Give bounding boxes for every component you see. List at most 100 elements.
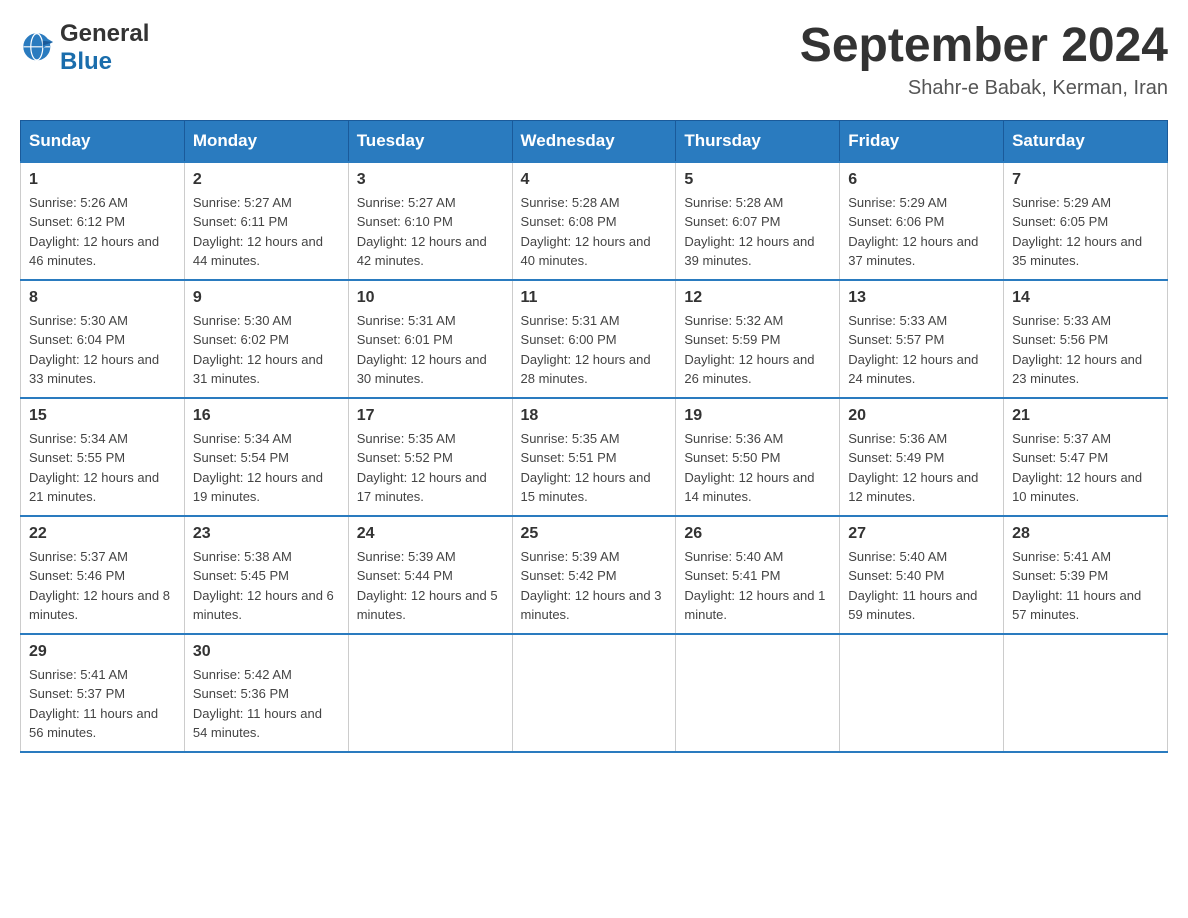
calendar-table: SundayMondayTuesdayWednesdayThursdayFrid… bbox=[20, 120, 1168, 753]
day-info: Sunrise: 5:35 AM Sunset: 5:51 PM Dayligh… bbox=[521, 429, 668, 507]
weekday-header-row: SundayMondayTuesdayWednesdayThursdayFrid… bbox=[21, 120, 1168, 162]
page-header: General Blue September 2024 Shahr-e Baba… bbox=[20, 20, 1168, 100]
day-number: 24 bbox=[357, 525, 504, 543]
day-info: Sunrise: 5:30 AM Sunset: 6:02 PM Dayligh… bbox=[193, 311, 340, 389]
day-number: 29 bbox=[29, 643, 176, 661]
logo-line1: General bbox=[60, 20, 149, 48]
calendar-title: September 2024 bbox=[800, 20, 1168, 73]
weekday-header-wednesday: Wednesday bbox=[512, 120, 676, 162]
calendar-cell bbox=[1004, 634, 1168, 752]
weekday-header-monday: Monday bbox=[184, 120, 348, 162]
day-number: 3 bbox=[357, 171, 504, 189]
calendar-cell: 15 Sunrise: 5:34 AM Sunset: 5:55 PM Dayl… bbox=[21, 398, 185, 516]
day-number: 17 bbox=[357, 407, 504, 425]
calendar-cell: 23 Sunrise: 5:38 AM Sunset: 5:45 PM Dayl… bbox=[184, 516, 348, 634]
weekday-header-saturday: Saturday bbox=[1004, 120, 1168, 162]
calendar-week-row: 22 Sunrise: 5:37 AM Sunset: 5:46 PM Dayl… bbox=[21, 516, 1168, 634]
day-info: Sunrise: 5:32 AM Sunset: 5:59 PM Dayligh… bbox=[684, 311, 831, 389]
day-number: 22 bbox=[29, 525, 176, 543]
day-info: Sunrise: 5:35 AM Sunset: 5:52 PM Dayligh… bbox=[357, 429, 504, 507]
calendar-week-row: 29 Sunrise: 5:41 AM Sunset: 5:37 PM Dayl… bbox=[21, 634, 1168, 752]
calendar-cell: 26 Sunrise: 5:40 AM Sunset: 5:41 PM Dayl… bbox=[676, 516, 840, 634]
calendar-cell: 12 Sunrise: 5:32 AM Sunset: 5:59 PM Dayl… bbox=[676, 280, 840, 398]
calendar-cell: 21 Sunrise: 5:37 AM Sunset: 5:47 PM Dayl… bbox=[1004, 398, 1168, 516]
day-number: 7 bbox=[1012, 171, 1159, 189]
calendar-cell: 9 Sunrise: 5:30 AM Sunset: 6:02 PM Dayli… bbox=[184, 280, 348, 398]
day-number: 6 bbox=[848, 171, 995, 189]
calendar-cell: 5 Sunrise: 5:28 AM Sunset: 6:07 PM Dayli… bbox=[676, 162, 840, 280]
day-number: 23 bbox=[193, 525, 340, 543]
day-info: Sunrise: 5:29 AM Sunset: 6:06 PM Dayligh… bbox=[848, 193, 995, 271]
day-number: 5 bbox=[684, 171, 831, 189]
calendar-week-row: 8 Sunrise: 5:30 AM Sunset: 6:04 PM Dayli… bbox=[21, 280, 1168, 398]
day-number: 1 bbox=[29, 171, 176, 189]
logo-icon bbox=[20, 30, 56, 66]
calendar-cell: 27 Sunrise: 5:40 AM Sunset: 5:40 PM Dayl… bbox=[840, 516, 1004, 634]
weekday-header-friday: Friday bbox=[840, 120, 1004, 162]
day-info: Sunrise: 5:39 AM Sunset: 5:42 PM Dayligh… bbox=[521, 547, 668, 625]
calendar-cell: 19 Sunrise: 5:36 AM Sunset: 5:50 PM Dayl… bbox=[676, 398, 840, 516]
calendar-week-row: 1 Sunrise: 5:26 AM Sunset: 6:12 PM Dayli… bbox=[21, 162, 1168, 280]
day-info: Sunrise: 5:36 AM Sunset: 5:50 PM Dayligh… bbox=[684, 429, 831, 507]
calendar-cell: 3 Sunrise: 5:27 AM Sunset: 6:10 PM Dayli… bbox=[348, 162, 512, 280]
day-number: 4 bbox=[521, 171, 668, 189]
day-info: Sunrise: 5:29 AM Sunset: 6:05 PM Dayligh… bbox=[1012, 193, 1159, 271]
calendar-cell: 22 Sunrise: 5:37 AM Sunset: 5:46 PM Dayl… bbox=[21, 516, 185, 634]
day-info: Sunrise: 5:37 AM Sunset: 5:47 PM Dayligh… bbox=[1012, 429, 1159, 507]
calendar-cell: 11 Sunrise: 5:31 AM Sunset: 6:00 PM Dayl… bbox=[512, 280, 676, 398]
calendar-cell: 14 Sunrise: 5:33 AM Sunset: 5:56 PM Dayl… bbox=[1004, 280, 1168, 398]
day-number: 26 bbox=[684, 525, 831, 543]
calendar-cell: 6 Sunrise: 5:29 AM Sunset: 6:06 PM Dayli… bbox=[840, 162, 1004, 280]
weekday-header-thursday: Thursday bbox=[676, 120, 840, 162]
calendar-cell bbox=[840, 634, 1004, 752]
logo-line2: Blue bbox=[60, 48, 149, 76]
calendar-cell bbox=[512, 634, 676, 752]
calendar-cell: 18 Sunrise: 5:35 AM Sunset: 5:51 PM Dayl… bbox=[512, 398, 676, 516]
calendar-subtitle: Shahr-e Babak, Kerman, Iran bbox=[800, 77, 1168, 100]
day-info: Sunrise: 5:41 AM Sunset: 5:39 PM Dayligh… bbox=[1012, 547, 1159, 625]
day-number: 12 bbox=[684, 289, 831, 307]
day-number: 8 bbox=[29, 289, 176, 307]
day-info: Sunrise: 5:34 AM Sunset: 5:55 PM Dayligh… bbox=[29, 429, 176, 507]
calendar-cell: 24 Sunrise: 5:39 AM Sunset: 5:44 PM Dayl… bbox=[348, 516, 512, 634]
day-number: 27 bbox=[848, 525, 995, 543]
calendar-cell bbox=[676, 634, 840, 752]
title-block: September 2024 Shahr-e Babak, Kerman, Ir… bbox=[800, 20, 1168, 100]
day-number: 15 bbox=[29, 407, 176, 425]
day-number: 14 bbox=[1012, 289, 1159, 307]
calendar-cell: 7 Sunrise: 5:29 AM Sunset: 6:05 PM Dayli… bbox=[1004, 162, 1168, 280]
day-number: 16 bbox=[193, 407, 340, 425]
day-info: Sunrise: 5:28 AM Sunset: 6:07 PM Dayligh… bbox=[684, 193, 831, 271]
logo-text: General Blue bbox=[60, 20, 149, 76]
day-number: 30 bbox=[193, 643, 340, 661]
day-info: Sunrise: 5:40 AM Sunset: 5:41 PM Dayligh… bbox=[684, 547, 831, 625]
day-number: 28 bbox=[1012, 525, 1159, 543]
calendar-cell: 4 Sunrise: 5:28 AM Sunset: 6:08 PM Dayli… bbox=[512, 162, 676, 280]
calendar-cell: 25 Sunrise: 5:39 AM Sunset: 5:42 PM Dayl… bbox=[512, 516, 676, 634]
day-number: 10 bbox=[357, 289, 504, 307]
day-number: 2 bbox=[193, 171, 340, 189]
day-number: 19 bbox=[684, 407, 831, 425]
day-info: Sunrise: 5:30 AM Sunset: 6:04 PM Dayligh… bbox=[29, 311, 176, 389]
day-info: Sunrise: 5:27 AM Sunset: 6:11 PM Dayligh… bbox=[193, 193, 340, 271]
day-info: Sunrise: 5:27 AM Sunset: 6:10 PM Dayligh… bbox=[357, 193, 504, 271]
day-info: Sunrise: 5:31 AM Sunset: 6:01 PM Dayligh… bbox=[357, 311, 504, 389]
calendar-cell: 20 Sunrise: 5:36 AM Sunset: 5:49 PM Dayl… bbox=[840, 398, 1004, 516]
day-info: Sunrise: 5:36 AM Sunset: 5:49 PM Dayligh… bbox=[848, 429, 995, 507]
day-number: 18 bbox=[521, 407, 668, 425]
day-info: Sunrise: 5:26 AM Sunset: 6:12 PM Dayligh… bbox=[29, 193, 176, 271]
calendar-cell: 13 Sunrise: 5:33 AM Sunset: 5:57 PM Dayl… bbox=[840, 280, 1004, 398]
day-info: Sunrise: 5:41 AM Sunset: 5:37 PM Dayligh… bbox=[29, 665, 176, 743]
day-info: Sunrise: 5:31 AM Sunset: 6:00 PM Dayligh… bbox=[521, 311, 668, 389]
calendar-cell: 10 Sunrise: 5:31 AM Sunset: 6:01 PM Dayl… bbox=[348, 280, 512, 398]
day-info: Sunrise: 5:40 AM Sunset: 5:40 PM Dayligh… bbox=[848, 547, 995, 625]
calendar-cell: 29 Sunrise: 5:41 AM Sunset: 5:37 PM Dayl… bbox=[21, 634, 185, 752]
weekday-header-sunday: Sunday bbox=[21, 120, 185, 162]
day-info: Sunrise: 5:39 AM Sunset: 5:44 PM Dayligh… bbox=[357, 547, 504, 625]
day-info: Sunrise: 5:33 AM Sunset: 5:57 PM Dayligh… bbox=[848, 311, 995, 389]
logo: General Blue bbox=[20, 20, 149, 76]
day-number: 20 bbox=[848, 407, 995, 425]
calendar-cell: 1 Sunrise: 5:26 AM Sunset: 6:12 PM Dayli… bbox=[21, 162, 185, 280]
day-number: 25 bbox=[521, 525, 668, 543]
calendar-cell bbox=[348, 634, 512, 752]
